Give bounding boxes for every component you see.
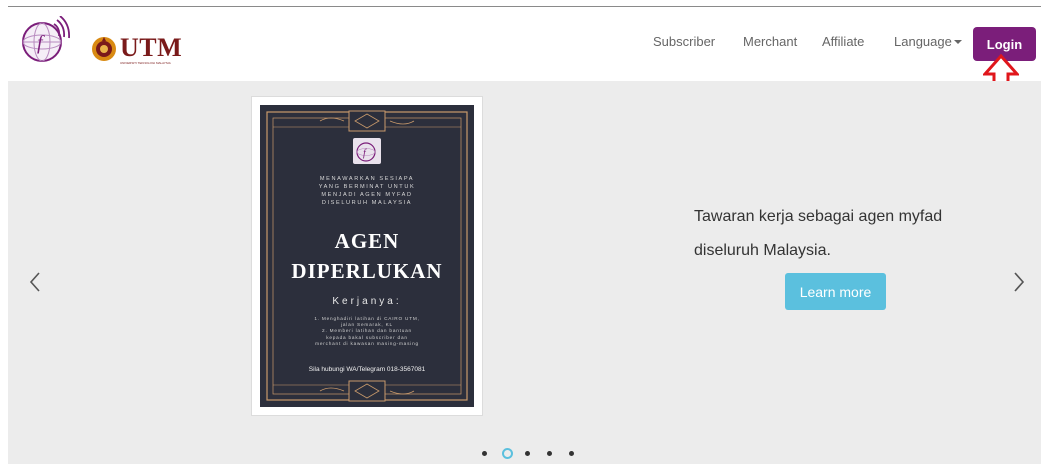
slide-caption-line2: diseluruh Malaysia. (694, 242, 831, 259)
carousel-indicator-5[interactable] (569, 451, 574, 456)
nav-merchant-link[interactable]: Merchant (743, 34, 797, 49)
utm-logo-subtext: UNIVERSITI TEKNOLOGI MALAYSIA (120, 61, 171, 65)
hero-carousel: f MENAWARKAN SESIAPA YANG BERMINAT UNTUK… (8, 81, 1041, 464)
carousel-indicator-2-active[interactable] (502, 448, 513, 459)
poster-kerjanya-heading: Kerjanya: (332, 296, 402, 307)
myfad-logo-icon: f (22, 15, 70, 62)
utm-crest-icon (92, 37, 116, 61)
nav-language-dropdown[interactable]: Language (894, 34, 962, 49)
slide-caption: Tawaran kerja sebagai agen myfad diselur… (694, 200, 994, 268)
poster-contact: Sila hubungi WA/Telegram 018-3567081 (308, 366, 426, 373)
caret-down-icon (953, 40, 962, 44)
carousel-prev-button[interactable] (24, 267, 46, 297)
carousel-indicator-4[interactable] (547, 451, 552, 456)
poster-title-line2: DIPERLUKAN (291, 259, 443, 283)
utm-logo[interactable]: UTM UNIVERSITI TEKNOLOGI MALAYSIA (90, 33, 183, 65)
poster-task-list: 1. Menghadiri latihan di CAIRO UTM, jala… (314, 316, 420, 346)
poster-offer-text: MENAWARKAN SESIAPA YANG BERMINAT UNTUK M… (318, 176, 416, 206)
carousel-next-button[interactable] (1008, 267, 1030, 297)
utm-logo-text: UTM (120, 33, 183, 62)
nav-affiliate-link[interactable]: Affiliate (822, 34, 864, 49)
agen-poster: f MENAWARKAN SESIAPA YANG BERMINAT UNTUK… (260, 105, 474, 407)
carousel-indicator-3[interactable] (525, 451, 530, 456)
svg-text:f: f (363, 148, 367, 159)
slide-caption-line1: Tawaran kerja sebagai agen myfad (694, 208, 943, 225)
navbar: f UTM UNIVERSITI TEKNOLOGI MALAYSIA Subs… (8, 7, 1041, 81)
nav-subscriber-link[interactable]: Subscriber (653, 34, 715, 49)
slide-image[interactable]: f MENAWARKAN SESIAPA YANG BERMINAT UNTUK… (251, 96, 483, 416)
learn-more-button[interactable]: Learn more (785, 273, 886, 310)
poster-myfad-logo: f (353, 138, 381, 164)
chevron-right-icon (1014, 272, 1025, 292)
chevron-left-icon (29, 272, 40, 292)
carousel-indicator-1[interactable] (482, 451, 487, 456)
nav-language-label: Language (894, 34, 952, 49)
poster-title-line1: AGEN (334, 229, 400, 253)
poster-logo-icon: f (356, 142, 376, 162)
myfad-logo[interactable]: f (20, 15, 74, 66)
